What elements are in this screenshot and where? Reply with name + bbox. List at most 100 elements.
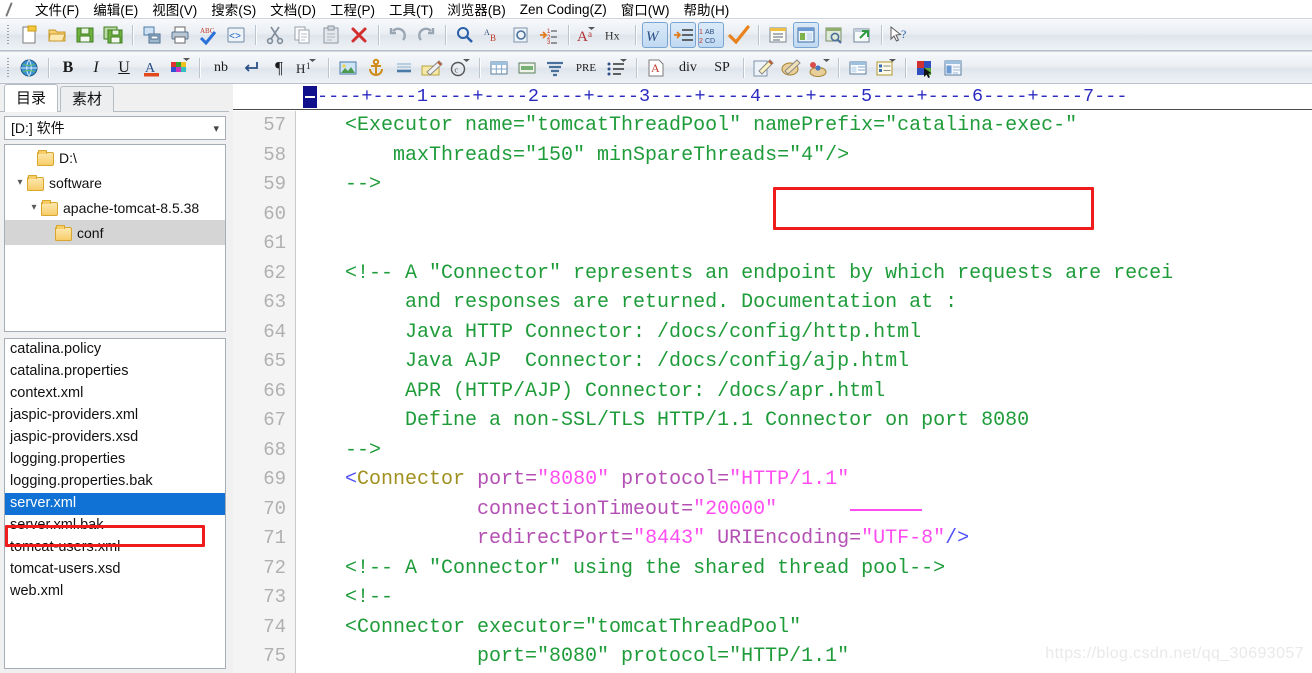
- drive-selector[interactable]: [D:] 软件 ▾: [4, 116, 226, 140]
- font-icon[interactable]: A a: [575, 22, 601, 48]
- anchor-icon[interactable]: [363, 55, 389, 81]
- code-line[interactable]: Define a non-SSL/TLS HTTP/1.1 Connector …: [297, 406, 1312, 436]
- list-item[interactable]: tomcat-users.xsd: [5, 559, 225, 581]
- list-item[interactable]: catalina.properties: [5, 361, 225, 383]
- source-code-icon[interactable]: <>: [223, 22, 249, 48]
- code-line[interactable]: <!--: [297, 583, 1312, 613]
- save-icon[interactable]: [72, 22, 98, 48]
- goto-line-icon[interactable]: 1 2 3: [536, 22, 562, 48]
- line-break-icon[interactable]: [238, 55, 264, 81]
- code-line[interactable]: [297, 200, 1312, 230]
- copy-icon[interactable]: [290, 22, 316, 48]
- code-line[interactable]: Java AJP Connector: /docs/config/ajp.htm…: [297, 347, 1312, 377]
- list-view-icon[interactable]: [765, 22, 791, 48]
- folder-tree[interactable]: D:\ ▾ software ▾ apache-tomcat-8.5.38 co…: [4, 144, 226, 332]
- find-in-files-icon[interactable]: [508, 22, 534, 48]
- paste-icon[interactable]: [318, 22, 344, 48]
- code-line[interactable]: redirectPort="8443" URIEncoding="UTF-8"/…: [297, 524, 1312, 554]
- script-icon[interactable]: [806, 55, 832, 81]
- case-convert-icon[interactable]: 1 2 AB CD: [698, 21, 724, 48]
- pre-icon[interactable]: PRE: [570, 55, 602, 81]
- edit-note-icon[interactable]: [750, 55, 776, 81]
- bold-icon[interactable]: B: [55, 55, 81, 81]
- frameset-icon[interactable]: [845, 55, 871, 81]
- comment-edit-icon[interactable]: [419, 55, 445, 81]
- italic-icon[interactable]: I: [83, 55, 109, 81]
- copyright-icon[interactable]: c: [447, 55, 473, 81]
- list-item[interactable]: logging.properties: [5, 449, 225, 471]
- save-all-icon[interactable]: [100, 22, 126, 48]
- delete-icon[interactable]: [346, 22, 372, 48]
- menu-item-project[interactable]: 工程(P): [323, 0, 382, 18]
- cut-icon[interactable]: [262, 22, 288, 48]
- code-line[interactable]: <Connector port="8080" protocol="HTTP/1.…: [297, 465, 1312, 495]
- replace-icon[interactable]: A B: [480, 22, 506, 48]
- check-icon[interactable]: [726, 22, 752, 48]
- redo-icon[interactable]: [413, 22, 439, 48]
- menu-item-search[interactable]: 搜索(S): [204, 0, 263, 18]
- preview-icon[interactable]: [821, 22, 847, 48]
- underline-icon[interactable]: U: [111, 55, 137, 81]
- list-item[interactable]: jaspic-providers.xsd: [5, 427, 225, 449]
- word-wrap-icon[interactable]: W: [642, 21, 668, 48]
- code-area[interactable]: 57 58 59 60 61 62 63 64 65 66 67 68 69 7…: [233, 111, 1312, 673]
- align-icon[interactable]: [542, 55, 568, 81]
- css-icon[interactable]: [778, 55, 804, 81]
- tree-item-apache-tomcat[interactable]: ▾ apache-tomcat-8.5.38: [5, 195, 225, 220]
- color-palette-icon[interactable]: [167, 55, 193, 81]
- code-line[interactable]: maxThreads="150" minSpareThreads="4"/>: [297, 141, 1312, 171]
- list-item[interactable]: logging.properties.bak: [5, 471, 225, 493]
- indent-icon[interactable]: [670, 21, 696, 48]
- tree-twisty-expanded[interactable]: ▾: [27, 202, 41, 213]
- font-color-icon[interactable]: A: [139, 55, 165, 81]
- code-line[interactable]: and responses are returned. Documentatio…: [297, 288, 1312, 318]
- list-item-server-xml[interactable]: server.xml: [5, 493, 225, 515]
- menu-item-edit[interactable]: 编辑(E): [86, 0, 145, 18]
- hex-icon[interactable]: A Hx: [603, 22, 629, 48]
- toolbar-grip[interactable]: [5, 23, 13, 47]
- menu-item-window[interactable]: 窗口(W): [614, 0, 677, 18]
- find-icon[interactable]: [452, 22, 478, 48]
- toolbar-grip[interactable]: [5, 56, 13, 80]
- list-item[interactable]: web.xml: [5, 581, 225, 603]
- list-item[interactable]: jaspic-providers.xml: [5, 405, 225, 427]
- list-icon[interactable]: [604, 55, 630, 81]
- menu-item-zencoding[interactable]: Zen Coding(Z): [513, 2, 614, 17]
- nbsp-icon[interactable]: nb: [206, 55, 236, 81]
- code-line[interactable]: [297, 229, 1312, 259]
- open-external-icon[interactable]: [849, 22, 875, 48]
- code-line[interactable]: -->: [297, 170, 1312, 200]
- image-icon[interactable]: [335, 55, 361, 81]
- div-icon[interactable]: div: [671, 55, 705, 81]
- open-folder-icon[interactable]: [44, 22, 70, 48]
- new-file-icon[interactable]: [16, 22, 42, 48]
- undo-icon[interactable]: [385, 22, 411, 48]
- sidebar-tab-materials[interactable]: 素材: [60, 86, 114, 112]
- form-icon[interactable]: [514, 55, 540, 81]
- print-icon[interactable]: [167, 22, 193, 48]
- file-list[interactable]: catalina.policy catalina.properties cont…: [4, 338, 226, 669]
- chevron-down-icon[interactable]: ▾: [213, 122, 219, 135]
- code-line[interactable]: <!-- A "Connector" represents an endpoin…: [297, 259, 1312, 289]
- menu-item-file[interactable]: 文件(F): [28, 0, 86, 18]
- menu-item-tools[interactable]: 工具(T): [382, 0, 440, 18]
- list-item[interactable]: server.xml.bak: [5, 515, 225, 537]
- tree-item-conf[interactable]: conf: [5, 220, 225, 245]
- code-line[interactable]: Java HTTP Connector: /docs/config/http.h…: [297, 318, 1312, 348]
- code-line[interactable]: -->: [297, 436, 1312, 466]
- tree-item-root[interactable]: D:\: [5, 145, 225, 170]
- split-view-icon[interactable]: [793, 21, 819, 48]
- frame-list-icon[interactable]: [873, 55, 899, 81]
- menu-item-help[interactable]: 帮助(H): [677, 0, 737, 18]
- code-lines[interactable]: <Executor name="tomcatThreadPool" namePr…: [297, 111, 1312, 673]
- globe-icon[interactable]: [16, 55, 42, 81]
- horizontal-rule-icon[interactable]: [391, 55, 417, 81]
- heading-icon[interactable]: H 1: [294, 55, 322, 81]
- paragraph-icon[interactable]: ¶: [266, 55, 292, 81]
- tree-twisty-expanded[interactable]: ▾: [13, 177, 27, 188]
- layout-icon[interactable]: [940, 55, 966, 81]
- code-line[interactable]: connectionTimeout="20000": [297, 495, 1312, 525]
- list-item[interactable]: tomcat-users.xml: [5, 537, 225, 559]
- code-line[interactable]: <Connector executor="tomcatThreadPool": [297, 613, 1312, 643]
- menu-item-view[interactable]: 视图(V): [145, 0, 204, 18]
